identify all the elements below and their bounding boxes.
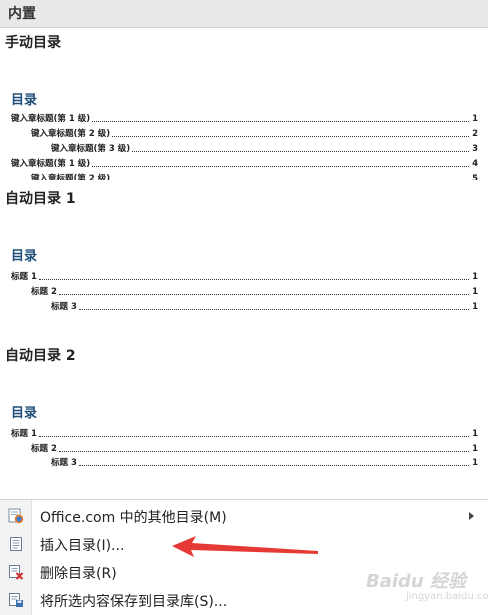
watermark-subtext: jingyan.baidu.com xyxy=(406,591,488,602)
gallery-item-title: 自动目录 1 xyxy=(5,191,76,207)
menu-item-office-more-toc[interactable]: Office.com 中的其他目录(M) xyxy=(0,502,488,530)
toc-entry: 标题 11 xyxy=(11,272,478,282)
gallery-header-title: 内置 xyxy=(8,6,36,22)
toc-entry: 标题 31 xyxy=(51,302,478,312)
watermark-text: Baidu 经验 xyxy=(366,571,467,592)
gallery-item-auto-toc-1[interactable]: 自动目录 1 目录 标题 11 标题 21 标题 31 xyxy=(0,182,488,340)
toc-entry: 标题 21 xyxy=(31,287,478,297)
toc-entry: 键入章标题(第 1 级) 4 xyxy=(11,159,478,169)
menu-item-label: 删除目录(R) xyxy=(40,566,117,582)
toc-entry: 键入章标题(第 2 级) 5 xyxy=(31,174,478,180)
toc-preview: 目录 键入章标题(第 1 级) 1 键入章标题(第 2 级) 2 键入章标题(第 3… xyxy=(0,28,488,180)
toc-entry: 标题 11 xyxy=(11,429,478,439)
save-to-gallery-icon xyxy=(8,592,24,608)
gallery-header: 内置 xyxy=(0,0,488,28)
menu-item-label: 插入目录(I)... xyxy=(40,538,125,554)
menu-item-label: Office.com 中的其他目录(M) xyxy=(40,510,227,526)
toc-heading: 目录 xyxy=(11,406,38,421)
toc-heading: 目录 xyxy=(11,93,38,108)
document-icon xyxy=(8,536,24,552)
annotation-arrow-icon xyxy=(172,536,318,557)
toc-entry: 键入章标题(第 3 级) 3 xyxy=(51,144,478,154)
watermark-logo: Baidu 经验 jingyan.baidu.com xyxy=(366,567,488,611)
gallery-item-title: 自动目录 2 xyxy=(5,348,76,364)
toc-entry: 键入章标题(第 1 级) 1 xyxy=(11,114,478,124)
toc-heading: 目录 xyxy=(11,249,38,264)
toc-entry: 标题 31 xyxy=(51,458,478,468)
delete-document-icon xyxy=(8,564,24,580)
submenu-arrow-icon xyxy=(469,512,474,520)
menu-item-label: 将所选内容保存到目录库(S)... xyxy=(40,594,228,610)
office-globe-icon xyxy=(8,508,24,524)
toc-entry: 键入章标题(第 2 级) 2 xyxy=(31,129,478,139)
gallery-item-manual-toc[interactable]: 手动目录 目录 键入章标题(第 1 级) 1 键入章标题(第 2 级) 2 键入章标… xyxy=(0,28,488,182)
gallery-item-auto-toc-2[interactable]: 自动目录 2 目录 标题 11 标题 21 标题 31 xyxy=(0,340,488,498)
toc-entry: 标题 21 xyxy=(31,444,478,454)
